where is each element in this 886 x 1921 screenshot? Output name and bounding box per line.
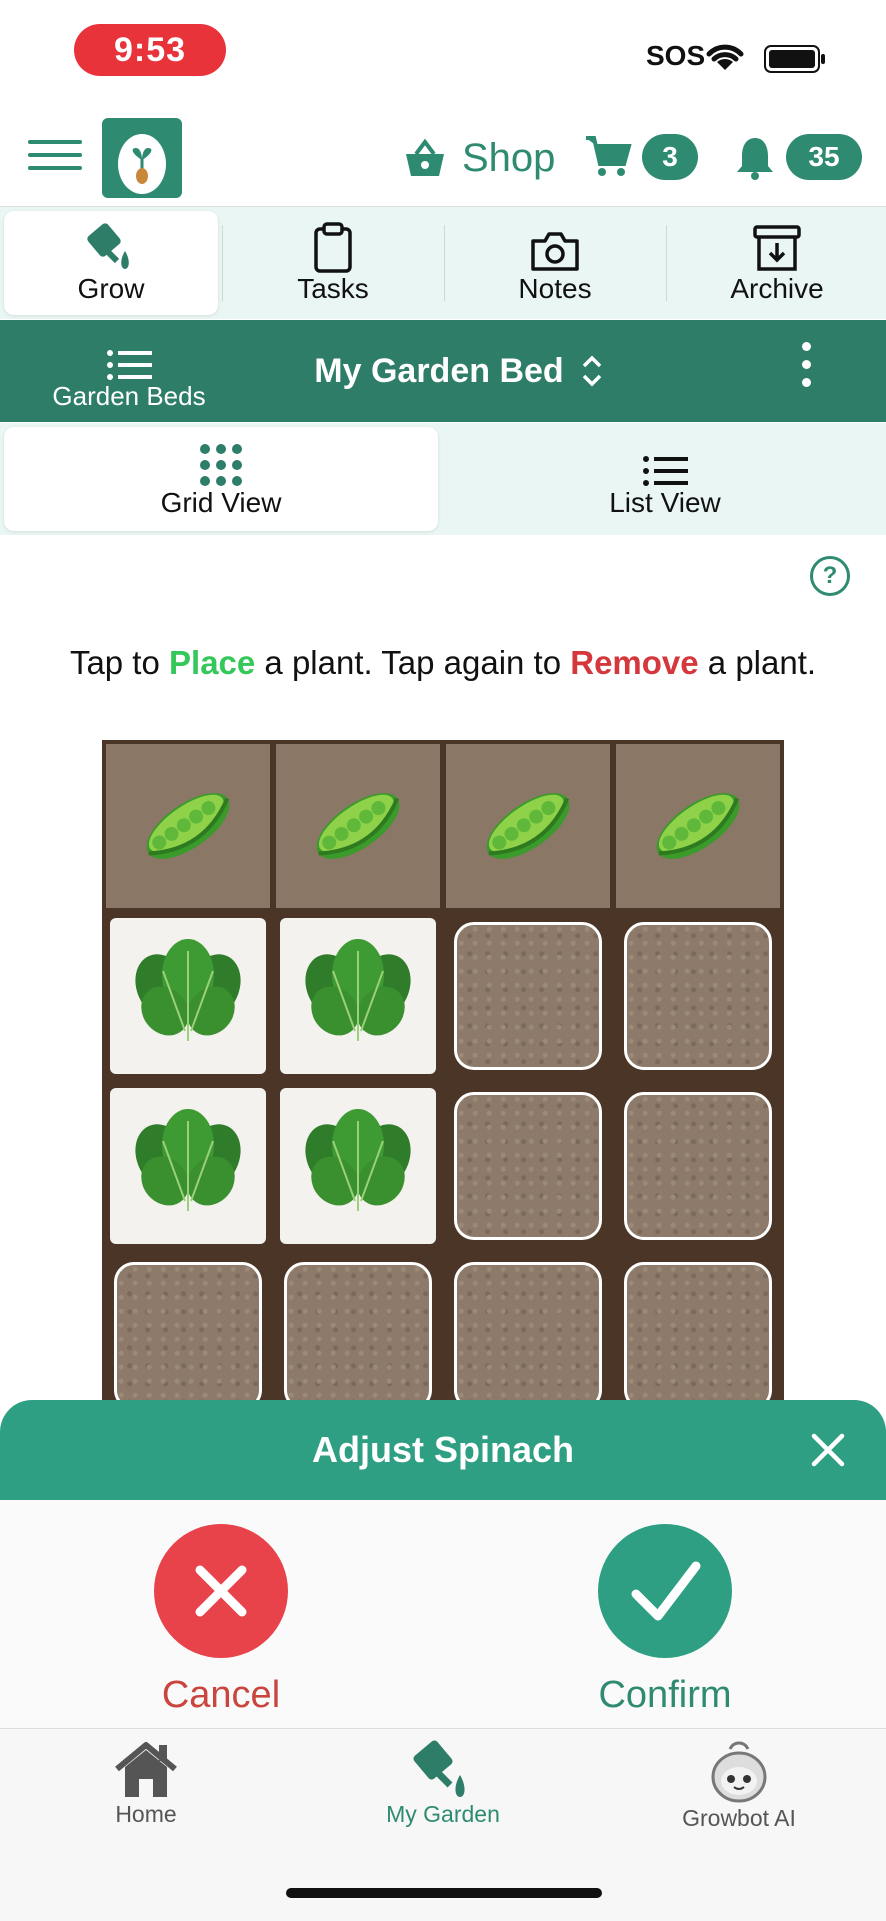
cancel-label[interactable]: Cancel (120, 1674, 322, 1717)
grid-cell-empty[interactable] (454, 922, 602, 1070)
nav-home-label: Home (115, 1801, 177, 1827)
tab-list-view-label: List View (609, 487, 721, 518)
more-options-icon[interactable] (796, 342, 816, 402)
nav-home[interactable]: Home (36, 1739, 256, 1828)
pea-pod-icon (446, 744, 610, 908)
top-tab-bar: Grow Tasks Notes Archive (0, 207, 886, 319)
close-icon[interactable] (808, 1430, 848, 1470)
bed-selector[interactable]: My Garden Bed (290, 320, 630, 422)
close-icon (195, 1565, 247, 1617)
house-icon (115, 1742, 177, 1797)
tab-tasks-label: Tasks (297, 273, 369, 304)
grid-cell-spinach[interactable] (110, 1088, 266, 1244)
adjust-sheet-header: Adjust Spinach (0, 1400, 886, 1500)
grid-cell-pea[interactable] (446, 744, 610, 908)
instruction-part: a plant. (698, 644, 817, 681)
nav-growbot-ai-label: Growbot AI (682, 1805, 796, 1831)
app-logo[interactable] (102, 118, 182, 198)
grid-cell-empty[interactable] (624, 1092, 772, 1240)
grid-cell-empty[interactable] (624, 1262, 772, 1400)
tab-divider (666, 225, 667, 301)
shop-button[interactable]: Shop (402, 128, 555, 188)
grid-cell-empty[interactable] (454, 1262, 602, 1400)
notification-count-badge: 35 (786, 134, 862, 180)
confirm-label[interactable]: Confirm (560, 1674, 770, 1717)
garden-grid (102, 740, 784, 1400)
help-icon[interactable]: ? (810, 556, 850, 596)
checkmark-icon (631, 1561, 701, 1621)
battery-icon (764, 45, 825, 73)
seed-logo-icon (118, 134, 166, 194)
grid-cell-pea[interactable] (616, 744, 780, 908)
tab-archive-label: Archive (730, 273, 824, 304)
tab-notes[interactable]: Notes (446, 207, 664, 319)
grid-cell-empty[interactable] (284, 1262, 432, 1400)
garden-beds-label: Garden Beds (52, 381, 206, 411)
confirm-button[interactable] (598, 1524, 732, 1658)
list-icon (643, 456, 688, 486)
spinach-icon (110, 918, 266, 1074)
cart-icon[interactable] (584, 134, 632, 178)
home-indicator (286, 1888, 602, 1898)
grid-cell-empty[interactable] (624, 922, 772, 1070)
wifi-icon (706, 44, 744, 70)
nav-growbot-ai[interactable]: Growbot AI (629, 1739, 849, 1832)
nav-my-garden[interactable]: My Garden (333, 1739, 553, 1828)
archive-box-icon (753, 225, 801, 271)
cart-count-badge: 3 (642, 134, 698, 180)
hamburger-menu-icon[interactable] (28, 140, 82, 174)
sos-indicator: SOS (646, 40, 706, 71)
grid-dots-icon (200, 444, 242, 486)
grid-cell-empty[interactable] (114, 1262, 262, 1400)
nav-my-garden-label: My Garden (386, 1801, 500, 1827)
instruction-text: Tap to Place a plant. Tap again to Remov… (0, 644, 886, 682)
shop-label: Shop (462, 135, 556, 180)
camera-icon (531, 232, 579, 271)
tab-grid-view-label: Grid View (160, 487, 282, 518)
place-keyword: Place (169, 644, 256, 681)
shop-basket-icon (406, 138, 444, 176)
bed-title: My Garden Bed (314, 351, 564, 390)
tab-archive[interactable]: Archive (668, 207, 886, 319)
pea-pod-icon (106, 744, 270, 908)
spinach-icon (280, 918, 436, 1074)
view-toggle: Grid View List View (0, 423, 886, 535)
tab-list-view[interactable]: List View (444, 423, 886, 535)
tab-grow[interactable]: Grow (4, 211, 218, 315)
sheet-title: Adjust Spinach (311, 1429, 575, 1470)
instruction-part: Tap to (69, 644, 170, 681)
spinach-icon (280, 1088, 436, 1244)
grid-cell-empty[interactable] (454, 1092, 602, 1240)
instruction-part: a plant. Tap again to (255, 644, 571, 681)
robot-icon (711, 1741, 767, 1803)
pea-pod-icon (276, 744, 440, 908)
tab-grid-view[interactable]: Grid View (4, 427, 438, 531)
watering-can-icon (413, 1740, 465, 1797)
tab-tasks[interactable]: Tasks (224, 207, 442, 319)
grid-cell-pea[interactable] (276, 744, 440, 908)
grid-cell-spinach[interactable] (280, 918, 436, 1074)
notification-bell-icon[interactable] (734, 134, 776, 180)
watering-can-icon (87, 223, 129, 269)
clipboard-icon (314, 222, 352, 273)
tab-notes-label: Notes (518, 273, 592, 304)
status-time: 9:53 (74, 24, 226, 76)
tab-grow-label: Grow (77, 273, 145, 304)
tab-divider (222, 225, 223, 301)
grid-cell-spinach[interactable] (280, 1088, 436, 1244)
list-icon (107, 350, 152, 380)
remove-keyword: Remove (570, 644, 699, 681)
garden-bed-bar: Garden Beds My Garden Bed (0, 320, 886, 422)
garden-beds-button[interactable]: Garden Beds (0, 320, 258, 422)
chevron-up-down-icon (582, 355, 601, 387)
grid-cell-spinach[interactable] (110, 918, 266, 1074)
tab-divider (444, 225, 445, 301)
grid-cell-pea[interactable] (106, 744, 270, 908)
cancel-button[interactable] (154, 1524, 288, 1658)
spinach-icon (110, 1088, 266, 1244)
pea-pod-icon (616, 744, 780, 908)
